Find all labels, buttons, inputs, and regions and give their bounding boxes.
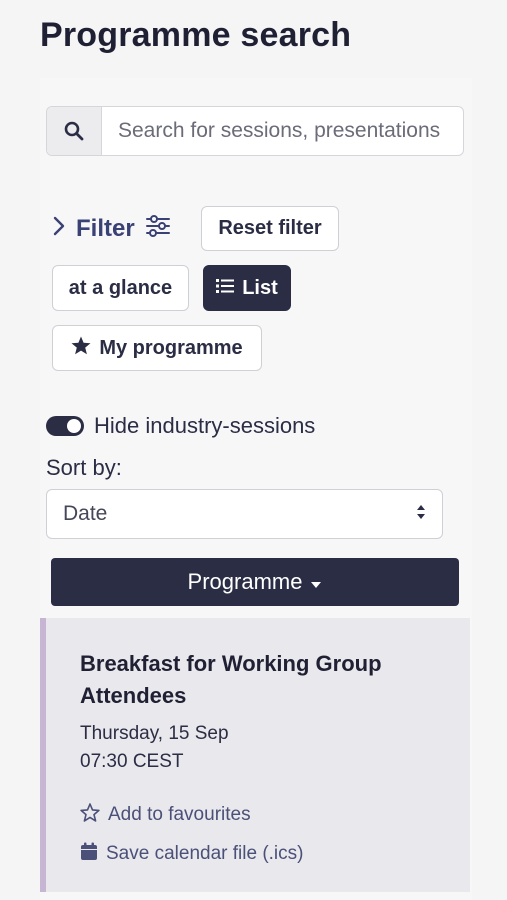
programme-dropdown-button[interactable]: Programme [51,558,459,606]
list-view-button[interactable]: List [203,265,291,311]
star-icon [71,336,91,361]
save-calendar-link[interactable]: Save calendar file (.ics) [80,840,303,868]
hide-industry-toggle-row: Hide industry-sessions [46,410,315,442]
calendar-label: Save calendar file (.ics) [106,843,304,864]
favourites-label: Add to favourites [108,804,251,825]
sliders-icon [145,214,171,245]
my-programme-button[interactable]: My programme [52,325,262,371]
search-icon[interactable] [47,107,102,155]
reset-filter-button[interactable]: Reset filter [201,206,339,251]
at-a-glance-button[interactable]: at a glance [52,265,189,311]
sort-select[interactable]: Date [46,489,443,539]
caret-down-icon [310,569,322,595]
session-card: Breakfast for Working Group Attendees Th… [40,618,470,892]
sort-label: Sort by: [46,455,122,480]
calendar-icon [80,842,98,867]
session-time: 07:30 CEST [80,751,184,772]
star-outline-icon [80,802,100,828]
chevron-right-icon [52,215,66,244]
updown-caret-icon [416,502,426,526]
search-input[interactable] [102,107,463,155]
sort-selected-value: Date [63,502,108,525]
session-title[interactable]: Breakfast for Working Group Attendees [80,648,420,712]
hide-industry-switch[interactable] [46,416,84,436]
add-to-favourites-link[interactable]: Add to favourites [80,801,251,829]
page-title: Programme search [40,16,352,54]
programme-label: Programme [187,569,303,594]
filter-toggle[interactable]: Filter [52,210,171,248]
my-programme-label: My programme [99,336,243,359]
list-view-label: List [242,276,278,299]
list-icon [216,277,235,300]
search-bar [46,106,464,156]
filter-label: Filter [76,215,135,242]
hide-industry-label: Hide industry-sessions [94,413,316,438]
session-datetime: Thursday, 15 Sep 07:30 CEST [80,720,229,776]
session-day: Thursday, 15 Sep [80,723,229,744]
